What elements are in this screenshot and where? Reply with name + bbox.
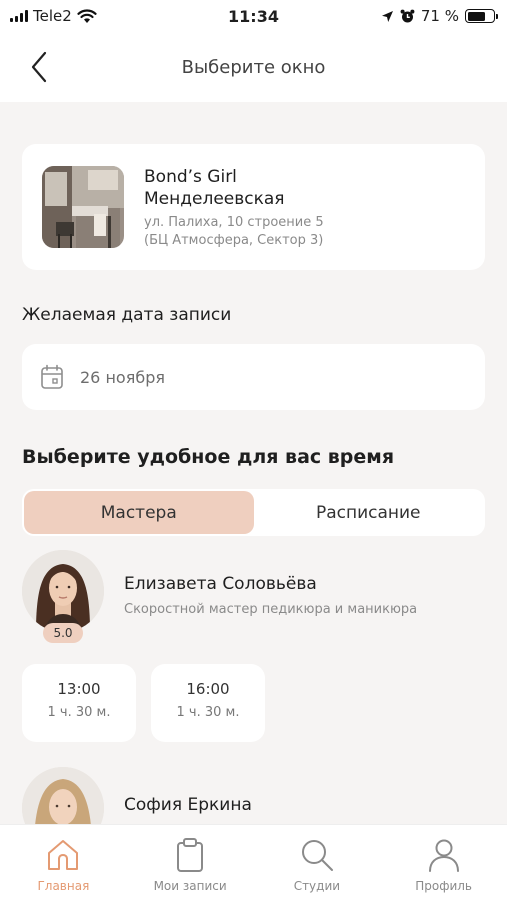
wifi-icon [77,8,97,23]
bottom-tab-bar: Главная Мои записи Студии Профиль [0,824,507,900]
tab-masters[interactable]: Мастера [24,491,254,534]
studio-address: ул. Палиха, 10 строение 5 (БЦ Атмосфера,… [144,214,464,250]
page-title: Выберите окно [181,56,326,78]
time-slot[interactable]: 16:00 1 ч. 30 м. [151,664,265,742]
status-right: 71 % [381,7,498,25]
status-time: 11:34 [228,6,279,26]
status-left: Tele2 [10,7,97,25]
search-icon [301,840,333,871]
studio-address-line2: (БЦ Атмосфера, Сектор 3) [144,233,324,248]
slot-duration: 1 ч. 30 м. [47,705,111,720]
calendar-icon [41,364,63,389]
status-bar: Tele2 11:34 71 % [0,0,507,32]
tab-label: Студии [293,879,341,893]
chevron-left-icon [31,51,47,83]
master-name: София Еркина [124,795,252,815]
battery-percent: 71 % [420,7,459,25]
studio-name: Bond’s Girl Менделеевская [144,166,464,210]
date-label: Желаемая дата записи [22,305,232,325]
tab-home[interactable]: Главная [0,825,127,900]
back-button[interactable] [24,50,54,84]
location-arrow-icon [381,10,393,22]
date-field[interactable]: 26 ноября [22,344,485,410]
alarm-icon [400,9,415,22]
slot-time: 16:00 [186,680,230,698]
nav-header: Выберите окно [0,32,507,102]
tab-my-bookings[interactable]: Мои записи [127,825,254,900]
time-slot[interactable]: 13:00 1 ч. 30 м. [22,664,136,742]
view-segmented-control: Мастера Расписание [22,489,485,536]
signal-icon [10,10,28,22]
slot-time: 13:00 [57,680,101,698]
tab-label: Профиль [415,879,473,893]
avatar [22,550,104,632]
profile-icon [428,839,459,872]
master-name: Елизавета Соловьёва [124,574,317,594]
tab-profile[interactable]: Профиль [380,825,507,900]
master-role: Скоростной мастер педикюра и маникюра [124,602,418,617]
rating-badge: 5.0 [43,623,83,643]
studio-name-line2: Менделеевская [144,189,285,209]
studio-card[interactable]: Bond’s Girl Менделеевская ул. Палиха, 10… [22,144,485,270]
studio-address-line1: ул. Палиха, 10 строение 5 [144,215,324,230]
clipboard-icon [177,838,204,872]
tab-label: Мои записи [153,879,227,893]
home-icon [48,840,79,870]
studio-name-line1: Bond’s Girl [144,167,237,187]
master-item[interactable]: 5.0 Елизавета Соловьёва Скоростной масте… [22,550,485,650]
battery-icon [465,9,498,23]
date-value: 26 ноября [80,367,165,387]
tab-studios[interactable]: Студии [254,825,381,900]
tab-label: Главная [37,879,90,893]
avatar [22,767,104,824]
master-item[interactable]: София Еркина [22,767,485,824]
carrier-label: Tele2 [33,7,72,25]
studio-photo [42,166,124,248]
tab-schedule[interactable]: Расписание [254,491,484,534]
battery-fill [467,11,486,21]
slot-duration: 1 ч. 30 м. [176,705,240,720]
time-heading: Выберите удобное для вас время [22,446,395,468]
